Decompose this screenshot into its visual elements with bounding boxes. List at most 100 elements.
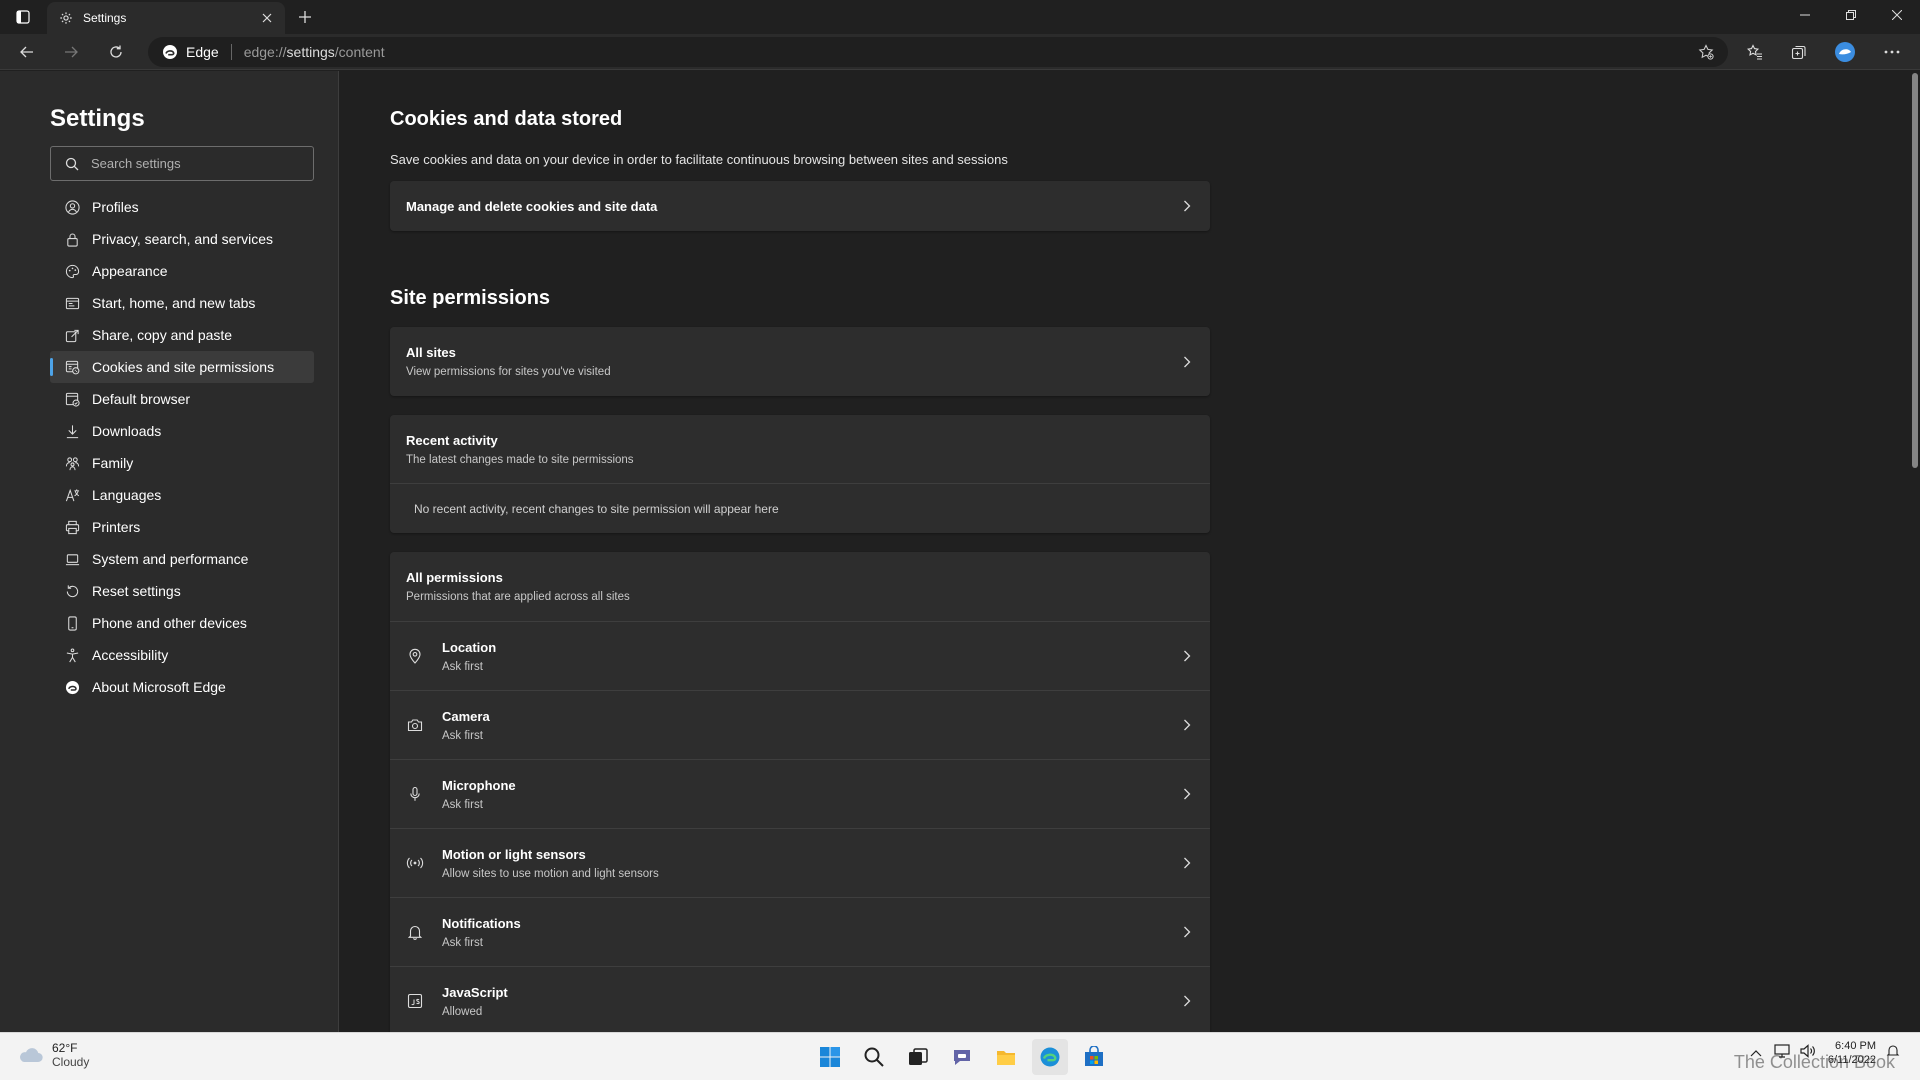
tab-actions-icon xyxy=(16,10,30,24)
sidebar-item-family[interactable]: Family xyxy=(50,447,314,479)
edge-taskbar-button[interactable] xyxy=(1032,1039,1068,1075)
sidebar-item-label: Share, copy and paste xyxy=(92,327,233,343)
collections-button[interactable] xyxy=(1784,37,1814,67)
sidebar-item-label: Appearance xyxy=(92,263,168,279)
restore-button[interactable] xyxy=(1828,0,1874,30)
content-scrollbar[interactable] xyxy=(1908,71,1920,1032)
close-icon xyxy=(1892,10,1902,20)
cookies-heading: Cookies and data stored xyxy=(390,108,623,130)
phone-icon xyxy=(64,615,80,631)
family-icon xyxy=(64,455,80,471)
sidebar-item-appearance[interactable]: Appearance xyxy=(50,255,314,287)
teams-chat-icon xyxy=(954,1050,970,1065)
sidebar-item-languages[interactable]: Languages xyxy=(50,479,314,511)
sidebar-item-profiles[interactable]: Profiles xyxy=(50,191,314,223)
recent-activity-subtitle: The latest changes made to site permissi… xyxy=(406,453,634,466)
sidebar-item-label: Languages xyxy=(92,487,162,503)
profile-button[interactable] xyxy=(1830,37,1860,67)
star-add-icon xyxy=(1698,44,1714,60)
sidebar-item-system[interactable]: System and performance xyxy=(50,543,314,575)
chevron-right-icon xyxy=(1180,355,1194,369)
scrollbar-thumb[interactable] xyxy=(1912,73,1918,468)
sensors-icon xyxy=(406,854,424,872)
collections-icon xyxy=(1791,45,1806,60)
recent-activity-empty-text: No recent activity, recent changes to si… xyxy=(414,501,779,516)
tab-actions-button[interactable] xyxy=(10,6,36,28)
chevron-right-icon xyxy=(1180,649,1194,663)
edge-logo-icon xyxy=(163,45,177,59)
close-window-button[interactable] xyxy=(1874,0,1920,30)
address-url[interactable]: edge://settings/content xyxy=(244,44,385,60)
permission-status: Ask first xyxy=(442,936,483,949)
close-tab-button[interactable] xyxy=(255,6,279,30)
permission-status: Ask first xyxy=(442,660,483,673)
forward-arrow-icon xyxy=(65,46,78,58)
sidebar-item-phone[interactable]: Phone and other devices xyxy=(50,607,314,639)
sidebar-item-default-browser[interactable]: Default browser xyxy=(50,383,314,415)
favorites-button[interactable] xyxy=(1740,37,1770,67)
laptop-icon xyxy=(64,551,80,567)
address-brand: Edge xyxy=(186,44,219,60)
taskbar-search-button[interactable] xyxy=(856,1039,892,1075)
minimize-button[interactable] xyxy=(1782,0,1828,30)
taskbar-apps xyxy=(812,1039,1112,1075)
window-controls xyxy=(1782,0,1920,30)
new-tab-button[interactable] xyxy=(292,5,318,29)
sidebar-item-printers[interactable]: Printers xyxy=(50,511,314,543)
sidebar-item-start-home[interactable]: Start, home, and new tabs xyxy=(50,287,314,319)
search-input[interactable] xyxy=(91,156,301,171)
store-button[interactable] xyxy=(1076,1039,1112,1075)
refresh-button[interactable] xyxy=(101,37,131,67)
share-icon xyxy=(64,327,80,343)
sidebar-item-cookies[interactable]: Cookies and site permissions xyxy=(50,351,314,383)
add-favorite-button[interactable] xyxy=(1694,40,1718,64)
task-view-icon xyxy=(909,1048,928,1065)
settings-and-more-button[interactable] xyxy=(1877,37,1907,67)
sidebar-item-label: Family xyxy=(92,455,134,471)
sidebar-item-accessibility[interactable]: Accessibility xyxy=(50,639,314,671)
task-view-button[interactable] xyxy=(900,1039,936,1075)
sidebar-item-downloads[interactable]: Downloads xyxy=(50,415,314,447)
recent-activity-empty-row: No recent activity, recent changes to si… xyxy=(390,483,1210,533)
permission-row-camera[interactable]: Camera Ask first xyxy=(390,690,1210,759)
permission-status: Allowed xyxy=(442,1005,483,1018)
start-button[interactable] xyxy=(812,1039,848,1075)
all-sites-title: All sites xyxy=(406,345,456,360)
more-icon xyxy=(1884,50,1900,54)
sidebar-item-about[interactable]: About Microsoft Edge xyxy=(50,671,314,703)
folder-icon xyxy=(997,1051,1015,1065)
sidebar-item-privacy[interactable]: Privacy, search, and services xyxy=(50,223,314,255)
title-bar: Settings xyxy=(0,0,1920,34)
back-button[interactable] xyxy=(12,37,42,67)
permission-row-javascript[interactable]: JavaScript Allowed xyxy=(390,966,1210,1032)
forward-button[interactable] xyxy=(56,37,86,67)
microphone-icon xyxy=(406,785,424,803)
manage-cookies-row[interactable]: Manage and delete cookies and site data xyxy=(390,181,1210,231)
chevron-right-icon xyxy=(1180,199,1194,213)
cloud-icon xyxy=(19,1048,43,1063)
permission-row-notifications[interactable]: Notifications Ask first xyxy=(390,897,1210,966)
sidebar-item-label: Start, home, and new tabs xyxy=(92,295,256,311)
permission-row-motion-sensors[interactable]: Motion or light sensors Allow sites to u… xyxy=(390,828,1210,897)
weather-widget[interactable]: 62°F Cloudy xyxy=(18,1041,89,1069)
bell-icon xyxy=(406,923,424,941)
chevron-right-icon xyxy=(1180,856,1194,870)
chat-button[interactable] xyxy=(944,1039,980,1075)
chevron-right-icon xyxy=(1180,787,1194,801)
permission-row-location[interactable]: Location Ask first xyxy=(390,621,1210,690)
site-permissions-heading: Site permissions xyxy=(390,287,551,309)
recent-activity-header: Recent activity The latest changes made … xyxy=(390,415,1210,483)
permission-row-microphone[interactable]: Microphone Ask first xyxy=(390,759,1210,828)
sidebar-item-share-copy-paste[interactable]: Share, copy and paste xyxy=(50,319,314,351)
all-sites-row[interactable]: All sites View permissions for sites you… xyxy=(390,327,1210,396)
appearance-icon xyxy=(64,263,80,279)
search-box[interactable] xyxy=(50,146,314,181)
sidebar-item-label: Downloads xyxy=(92,423,162,439)
tab-settings[interactable]: Settings xyxy=(47,2,285,34)
address-bar[interactable]: Edge edge://settings/content xyxy=(148,37,1728,67)
file-explorer-button[interactable] xyxy=(988,1039,1024,1075)
restore-icon xyxy=(1846,10,1856,20)
sidebar-item-reset[interactable]: Reset settings xyxy=(50,575,314,607)
manage-cookies-label: Manage and delete cookies and site data xyxy=(406,198,658,214)
tab-title: Settings xyxy=(83,11,127,25)
